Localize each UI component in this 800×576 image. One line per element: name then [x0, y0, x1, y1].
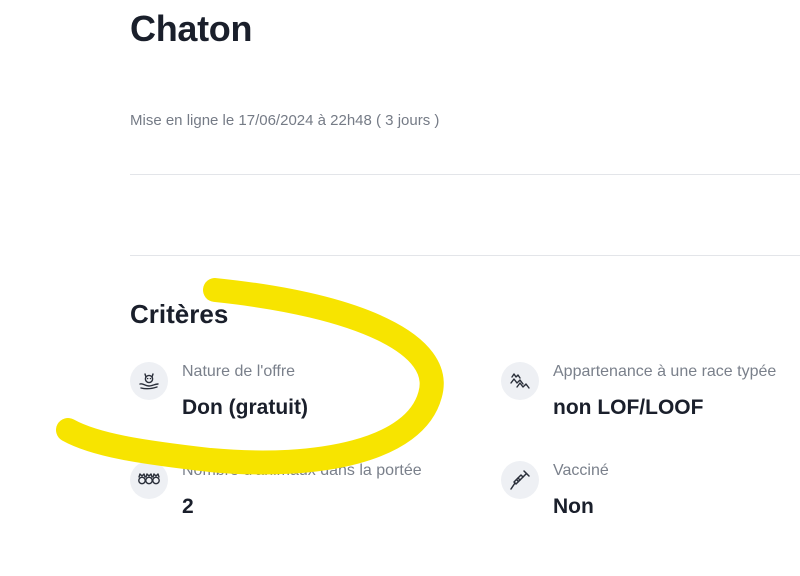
cat-in-hand-icon	[130, 362, 168, 400]
criterion-litter-size: Nombre d'animaux dans la portée 2	[130, 461, 475, 521]
criterion-breed: Appartenance à une race typée non LOF/LO…	[501, 362, 800, 422]
criteria-heading: Critères	[130, 299, 229, 329]
criterion-label: Vacciné	[553, 462, 609, 479]
criterion-label: Appartenance à une race typée	[553, 363, 777, 380]
divider	[130, 174, 800, 175]
criterion-vaccinated: Vacciné Non	[501, 461, 800, 521]
divider	[130, 255, 800, 256]
criterion-offer-type: Nature de l'offre Don (gratuit)	[130, 362, 475, 422]
breed-icon	[501, 362, 539, 400]
litter-icon	[130, 461, 168, 499]
criterion-value: 2	[182, 495, 194, 518]
criterion-label: Nombre d'animaux dans la portée	[182, 462, 422, 479]
criterion-label: Nature de l'offre	[182, 363, 296, 380]
criterion-value: non LOF/LOOF	[553, 396, 704, 419]
syringe-icon	[501, 461, 539, 499]
criterion-value: Non	[553, 495, 594, 518]
criterion-value: Don (gratuit)	[182, 396, 308, 419]
listing-title: Chaton	[130, 8, 253, 49]
posted-date: Mise en ligne le 17/06/2024 à 22h48 ( 3 …	[130, 112, 440, 129]
